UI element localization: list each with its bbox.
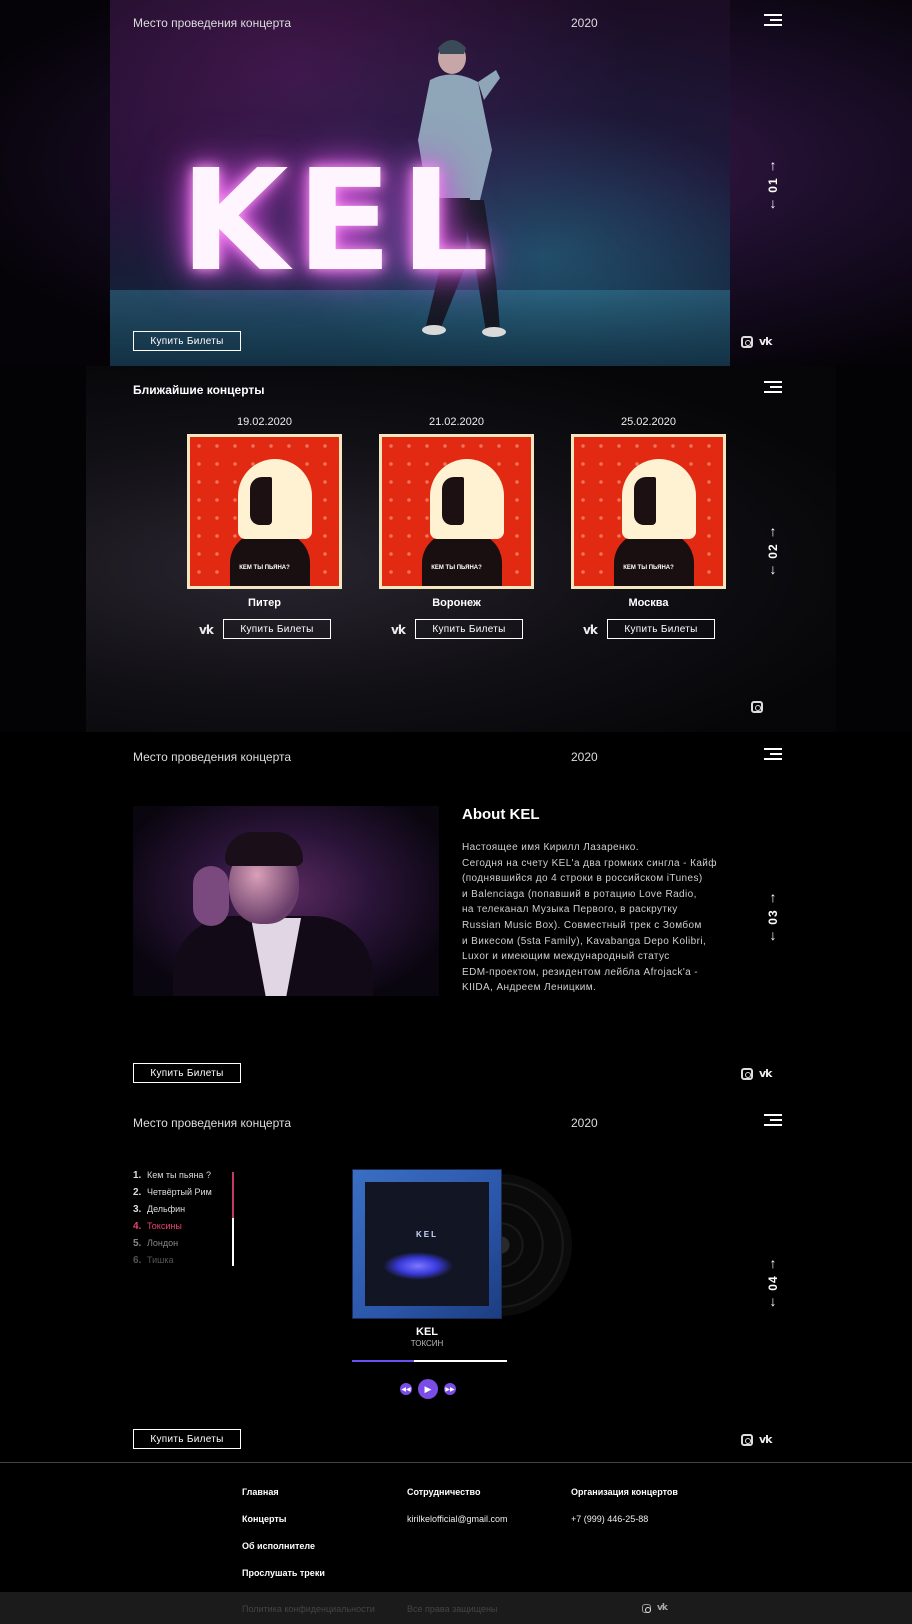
vk-icon[interactable]: vk [759,335,772,348]
concert-city: Питер [248,597,281,609]
section-pager: ↑ 02 ↓ [765,524,781,576]
venue-label: Место проведения концерта [133,750,292,764]
footer-cooperation-title: Сотрудничество [407,1487,481,1497]
track-item[interactable]: 5. Лондон [133,1238,212,1255]
arrow-down-icon[interactable]: ↓ [765,196,781,210]
poster-title: КЕМ ТЫ ПЬЯНА? [239,565,290,571]
album-cover: KEL [353,1170,501,1318]
player-controls: ◀◀ ▶ ▶▶ [400,1379,456,1399]
track-item[interactable]: 1. Кем ты пьяна ? [133,1170,212,1187]
venue-label: Место проведения концерта [133,16,292,30]
play-icon[interactable]: ▶ [418,1379,438,1399]
next-icon[interactable]: ▶▶ [444,1383,456,1395]
poster-title: КЕМ ТЫ ПЬЯНА? [431,565,482,571]
buy-tickets-button[interactable]: Купить Билеты [223,619,331,639]
buy-tickets-button[interactable]: Купить Билеты [133,1063,241,1083]
poster-title: КЕМ ТЫ ПЬЯНА? [623,565,674,571]
playback-progress[interactable] [352,1360,507,1362]
social-links: vk [741,335,772,348]
social-links: vk [741,1067,772,1080]
social-links: vk [741,1433,772,1446]
album-label: KEL [416,1230,438,1239]
concert-card: 19.02.2020 КЕМ ТЫ ПЬЯНА? Питер vk Купить… [187,416,342,639]
footer-email-link[interactable]: kirilkelofficial@gmail.com [407,1514,508,1524]
track-item[interactable]: 3. Дельфин [133,1204,212,1221]
footer: Главная Концерты Об исполнителе Прослуша… [0,1462,912,1592]
about-title: About KEL [462,806,540,823]
concert-date: 19.02.2020 [236,416,293,428]
vk-icon[interactable]: vk [199,623,214,637]
footer-cooperation: Сотрудничество kirilkelofficial@gmail.co… [407,1487,508,1541]
buy-tickets-button[interactable]: Купить Билеты [415,619,523,639]
menu-icon[interactable] [764,381,782,393]
year-label: 2020 [571,1116,598,1130]
instagram-icon[interactable] [642,1603,651,1613]
concert-city: Воронеж [432,597,481,609]
social-links: vk [642,1603,668,1613]
concert-card: 25.02.2020 КЕМ ТЫ ПЬЯНА? Москва vk Купит… [571,416,726,639]
menu-icon[interactable] [764,14,782,26]
arrow-down-icon[interactable]: ↓ [765,562,781,576]
concerts-section: Ближайшие концерты 19.02.2020 КЕМ ТЫ ПЬЯ… [0,366,912,732]
tracks-section: Место проведения концерта 2020 1. Кем ты … [0,1098,912,1462]
track-item-active[interactable]: 4. Токсины [133,1221,212,1238]
now-playing-title: ТОКСИН [410,1339,444,1348]
concert-card: 21.02.2020 КЕМ ТЫ ПЬЯНА? Воронеж vk Купи… [379,416,534,639]
vk-icon[interactable]: vk [583,623,598,637]
track-item[interactable]: 6. Тишка [133,1255,212,1272]
buy-tickets-button[interactable]: Купить Билеты [607,619,715,639]
track-list: 1. Кем ты пьяна ? 2. Четвёртый Рим 3. Дельф… [133,1170,212,1272]
bottom-bar: Политика конфиденциальности Все права за… [0,1592,912,1624]
concert-poster[interactable]: КЕМ ТЫ ПЬЯНА? [379,434,534,589]
buy-tickets-button[interactable]: Купить Билеты [133,331,241,351]
vk-icon[interactable]: vk [657,1603,668,1613]
about-text: Настоящее имя Кирилл Лазаренко. Сегодня … [462,842,717,994]
track-list-scrollbar[interactable] [232,1172,234,1266]
footer-link-about[interactable]: Об исполнителе [242,1541,325,1551]
instagram-icon[interactable] [751,701,763,713]
privacy-link[interactable]: Политика конфиденциальности [242,1604,375,1614]
footer-booking: Организация концертов +7 (999) 446-25-88 [571,1487,678,1541]
venue-label: Место проведения концерта [133,1116,292,1130]
concert-city: Москва [628,597,669,609]
vk-icon[interactable]: vk [759,1433,772,1446]
footer-phone-link[interactable]: +7 (999) 446-25-88 [571,1514,678,1524]
concert-poster[interactable]: КЕМ ТЫ ПЬЯНА? [187,434,342,589]
instagram-icon[interactable] [741,1067,753,1080]
year-label: 2020 [571,750,598,764]
arrow-down-icon[interactable]: ↓ [765,1294,781,1308]
about-section: Место проведения концерта 2020 About KEL… [0,732,912,1098]
footer-link-tracks[interactable]: Прослушать треки [242,1568,325,1578]
kel-neon-logo: KEL [180,140,498,303]
section-pager: ↑ 04 ↓ [765,1256,781,1308]
footer-nav: Главная Концерты Об исполнителе Прослуша… [242,1487,325,1592]
hero-section: KEL Место проведения концерта 2020 ↑ 01 … [0,0,912,366]
vk-icon[interactable]: vk [759,1067,772,1080]
menu-icon[interactable] [764,748,782,760]
artist-portrait [133,806,439,996]
buy-tickets-button[interactable]: Купить Билеты [133,1429,241,1449]
concert-poster[interactable]: КЕМ ТЫ ПЬЯНА? [571,434,726,589]
social-links [751,701,763,713]
prev-icon[interactable]: ◀◀ [400,1383,412,1395]
vk-icon[interactable]: vk [391,623,406,637]
footer-link-home[interactable]: Главная [242,1487,325,1497]
concerts-title: Ближайшие концерты [133,383,265,397]
footer-booking-title: Организация концертов [571,1487,678,1497]
menu-icon[interactable] [764,1114,782,1126]
instagram-icon[interactable] [741,1433,753,1446]
year-label: 2020 [571,16,598,30]
section-pager: ↑ 03 ↓ [765,890,781,942]
footer-link-concerts[interactable]: Концерты [242,1514,325,1524]
concert-date: 25.02.2020 [620,416,677,428]
track-item[interactable]: 2. Четвёртый Рим [133,1187,212,1204]
arrow-down-icon[interactable]: ↓ [765,928,781,942]
copyright-text: Все права защищены [407,1604,498,1614]
now-playing-artist: KEL [416,1326,438,1338]
section-pager: ↑ 01 ↓ [765,158,781,210]
instagram-icon[interactable] [741,335,753,348]
concert-date: 21.02.2020 [428,416,485,428]
